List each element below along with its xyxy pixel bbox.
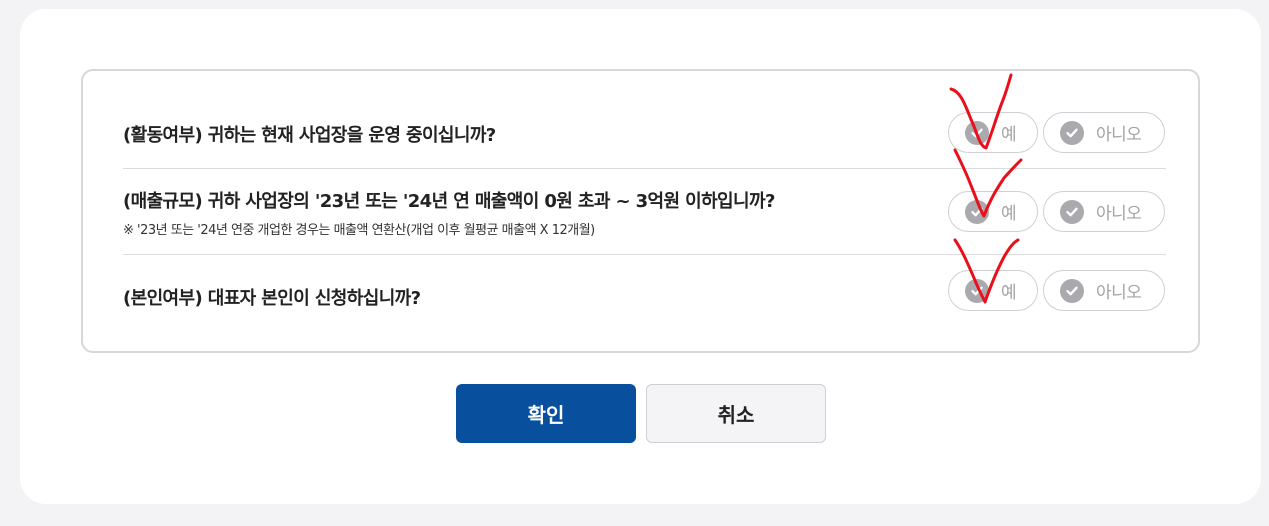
question-row-identity: (본인여부) 대표자 본인이 신청하십니까? 예 아니오 (123, 255, 1166, 351)
no-option-label: 아니오 (1096, 283, 1142, 303)
question-text: (본인여부) 대표자 본인이 신청하십니까? (123, 288, 421, 309)
check-circle-icon (1060, 278, 1084, 303)
check-circle-icon (1060, 199, 1084, 224)
confirm-button[interactable]: 확인 (456, 384, 636, 443)
no-option-button[interactable]: 아니오 (1043, 191, 1165, 232)
yes-option-button[interactable]: 예 (948, 191, 1038, 232)
check-circle-icon (965, 199, 989, 224)
cancel-button[interactable]: 취소 (646, 384, 826, 443)
question-row-activity: (활동여부) 귀하는 현재 사업장을 운영 중이십니까? 예 아니오 (123, 71, 1166, 169)
no-option-label: 아니오 (1096, 204, 1142, 224)
check-circle-icon (965, 278, 989, 303)
question-text: (활동여부) 귀하는 현재 사업장을 운영 중이십니까? (123, 125, 496, 146)
no-option-button[interactable]: 아니오 (1043, 112, 1165, 153)
question-list: (활동여부) 귀하는 현재 사업장을 운영 중이십니까? 예 아니오 (매출규모… (81, 69, 1200, 353)
no-option-button[interactable]: 아니오 (1043, 270, 1165, 311)
yes-option-label: 예 (1001, 204, 1017, 224)
question-note: ※ '23년 또는 '24년 연중 개업한 경우는 매출액 연환산(개업 이후 … (123, 223, 595, 238)
question-text: (매출규모) 귀하 사업장의 '23년 또는 '24년 연 매출액이 0원 초과… (123, 191, 775, 212)
yes-option-button[interactable]: 예 (948, 112, 1038, 153)
check-circle-icon (965, 120, 989, 145)
yes-option-label: 예 (1001, 125, 1017, 145)
yes-option-button[interactable]: 예 (948, 270, 1038, 311)
question-row-revenue: (매출규모) 귀하 사업장의 '23년 또는 '24년 연 매출액이 0원 초과… (123, 169, 1166, 255)
check-circle-icon (1060, 120, 1084, 145)
no-option-label: 아니오 (1096, 125, 1142, 145)
dialog-card: (활동여부) 귀하는 현재 사업장을 운영 중이십니까? 예 아니오 (매출규모… (20, 9, 1261, 504)
yes-option-label: 예 (1001, 283, 1017, 303)
